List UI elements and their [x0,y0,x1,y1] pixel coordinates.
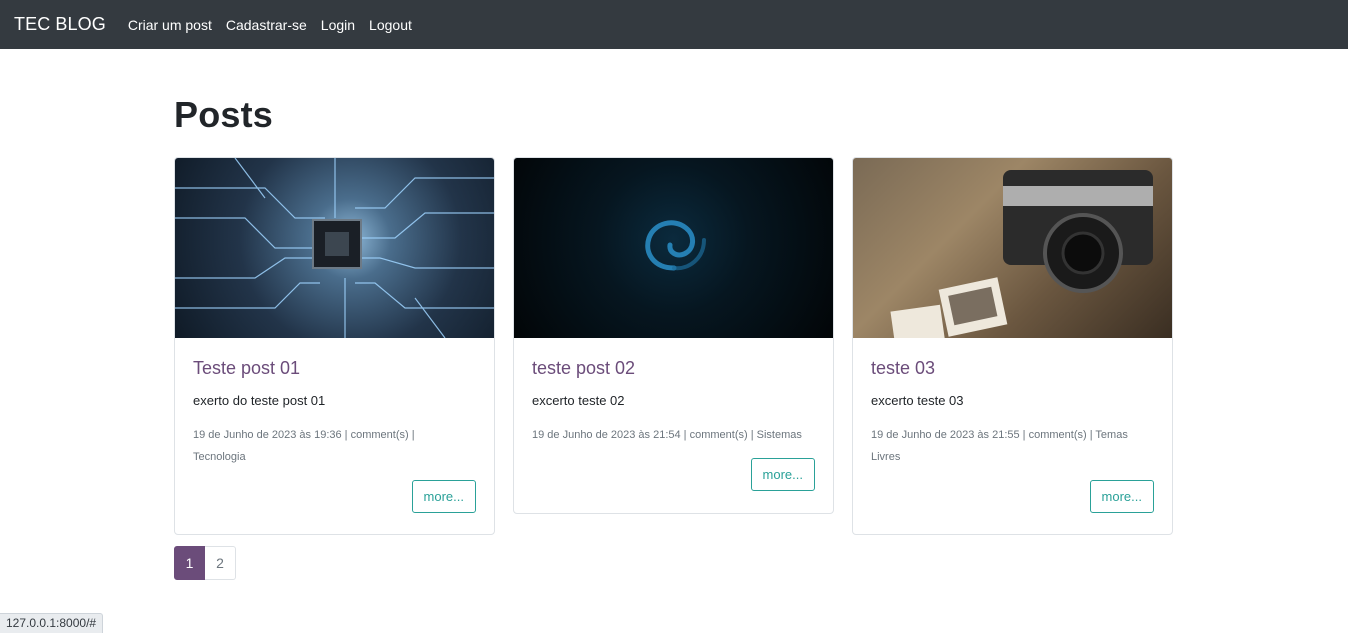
post-meta-line2: Livres [871,451,901,463]
more-button[interactable]: more... [411,480,476,513]
post-card-1: Teste post 01 exerto do teste post 01 19… [174,157,495,535]
swirl-graphic [645,220,706,271]
post-excerpt: excerto teste 03 [871,393,964,408]
top-navbar: TEC BLOG Criar um post Cadastrar-se Logi… [0,0,1348,49]
vintage-camera-image[interactable] [853,158,1172,338]
post-meta: 19 de Junho de 2023 às 21:54 | comment(s… [532,424,815,446]
page-button-2[interactable]: 2 [205,546,236,580]
nav-cadastrar[interactable]: Cadastrar-se [226,17,307,33]
post-meta: 19 de Junho de 2023 às 21:55 | comment(s… [871,424,1154,468]
nav-criar-post[interactable]: Criar um post [128,17,212,33]
post-meta: 19 de Junho de 2023 às 19:36 | comment(s… [193,424,476,468]
post-meta-line1: 19 de Junho de 2023 às 19:36 | comment(s… [193,429,415,441]
post-title[interactable]: Teste post 01 [193,358,476,379]
post-meta-line2: Tecnologia [193,451,246,463]
post-card-2: teste post 02 excerto teste 02 19 de Jun… [513,157,834,514]
post-excerpt: exerto do teste post 01 [193,393,326,408]
page-button-1[interactable]: 1 [174,546,205,580]
nav-login[interactable]: Login [321,17,355,33]
circuit-board-image[interactable] [175,158,494,338]
post-meta-line1: 19 de Junho de 2023 às 21:54 | comment(s… [532,429,802,441]
more-button[interactable]: more... [750,458,815,491]
camera-graphic [890,170,1153,338]
more-button[interactable]: more... [1089,480,1154,513]
status-bar-url: 127.0.0.1:8000/# [0,613,104,633]
post-title[interactable]: teste post 02 [532,358,815,379]
debian-swirl-image[interactable] [514,158,833,338]
post-card-3: teste 03 excerto teste 03 19 de Junho de… [852,157,1173,535]
nav-logout[interactable]: Logout [369,17,412,33]
post-title[interactable]: teste 03 [871,358,1154,379]
brand-logo[interactable]: TEC BLOG [14,14,106,35]
post-excerpt: excerto teste 02 [532,393,625,408]
post-meta-line1: 19 de Junho de 2023 às 21:55 | comment(s… [871,429,1128,441]
circuit-graphic [175,158,494,338]
page-title: Posts [174,94,274,135]
pagination: 1 2 [174,546,236,580]
